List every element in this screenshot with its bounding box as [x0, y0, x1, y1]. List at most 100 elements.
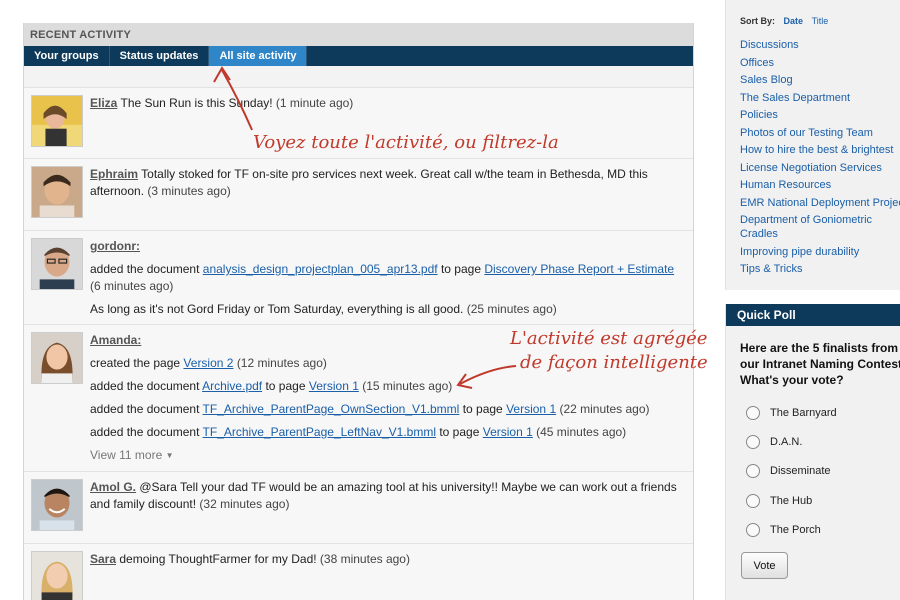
user-link[interactable]: Amanda: — [90, 333, 141, 347]
avatar[interactable] — [31, 332, 83, 384]
action-text: added the document — [90, 379, 200, 393]
poll-option[interactable]: The Porch — [746, 515, 900, 544]
timestamp: (1 minute ago) — [275, 96, 354, 110]
page-link[interactable]: Version 1 — [309, 379, 359, 393]
vote-button[interactable]: Vote — [741, 552, 788, 580]
sort-option-date[interactable]: Date — [784, 16, 804, 26]
action-text: to page — [265, 379, 306, 393]
activity-tabs: Your groups Status updates All site acti… — [24, 46, 693, 66]
recent-activity-header: RECENT ACTIVITY — [24, 23, 693, 46]
poll-option-label: Disseminate — [770, 465, 831, 478]
sidebar-item-link[interactable]: Sales Blog — [740, 73, 900, 87]
sidebar-page-list: Sort By: Date Title Discussions Offices … — [725, 0, 900, 290]
action-text: added the document — [90, 262, 200, 276]
tab-status-updates[interactable]: Status updates — [110, 46, 210, 66]
sidebar-item-link[interactable]: Offices — [740, 56, 900, 70]
poll-question: Here are the 5 finalists from our Intran… — [726, 326, 900, 388]
user-link[interactable]: Eliza — [90, 96, 117, 110]
poll-option-label: The Porch — [770, 523, 821, 536]
status-text: As long as it's not Gord Friday or Tom S… — [90, 302, 464, 316]
user-link[interactable]: Ephraim — [90, 167, 138, 181]
poll-option[interactable]: D.A.N. — [746, 427, 900, 456]
poll-option-label: The Hub — [770, 494, 813, 507]
poll-question-line: What's your vote? — [740, 373, 844, 387]
radio-button[interactable] — [746, 522, 760, 537]
sort-by: Sort By: Date Title — [740, 16, 900, 26]
user-link[interactable]: Sara — [90, 552, 116, 566]
radio-button[interactable] — [746, 464, 760, 479]
sidebar-item-link[interactable]: Department of Goniometric Cradles — [740, 213, 900, 241]
poll-option[interactable]: The Hub — [746, 486, 900, 515]
timestamp: (12 minutes ago) — [236, 356, 327, 370]
sidebar-item-link[interactable]: Improving pipe durability — [740, 245, 900, 259]
action-text: to page — [439, 425, 480, 439]
sort-option-title[interactable]: Title — [812, 16, 829, 26]
sidebar-item-link[interactable]: Human Resources — [740, 178, 900, 192]
activity-item: Ephraim Totally stoked for TF on-site pr… — [24, 159, 693, 231]
user-link[interactable]: Amol G. — [90, 480, 136, 494]
user-link[interactable]: gordonr: — [90, 239, 140, 253]
action-text: created the page — [90, 356, 181, 370]
activity-item: Amanda: created the page Version 2 (12 m… — [24, 325, 693, 472]
sidebar-item-link[interactable]: How to hire the best & brightest — [740, 143, 900, 157]
action-text: added the document — [90, 402, 200, 416]
timestamp: (32 minutes ago) — [199, 497, 290, 511]
status-text: The Sun Run is this Sunday! — [120, 96, 273, 110]
status-text: demoing ThoughtFarmer for my Dad! — [119, 552, 317, 566]
action-text: to page — [440, 262, 481, 276]
poll-option-label: D.A.N. — [770, 435, 803, 448]
tab-all-site-activity[interactable]: All site activity — [209, 46, 308, 66]
tab-your-groups[interactable]: Your groups — [24, 46, 110, 66]
document-link[interactable]: analysis_design_projectplan_005_apr13.pd… — [203, 262, 438, 276]
action-text: added the document — [90, 425, 200, 439]
avatar[interactable] — [31, 479, 83, 531]
timestamp: (3 minutes ago) — [147, 184, 231, 198]
quick-poll: Quick Poll Here are the 5 finalists from… — [725, 304, 900, 600]
poll-question-line: Here are the 5 finalists from — [740, 341, 899, 355]
avatar[interactable] — [31, 551, 83, 600]
sidebar-item-link[interactable]: EMR National Deployment Projec — [740, 196, 900, 210]
avatar[interactable] — [31, 238, 83, 290]
timestamp: (38 minutes ago) — [319, 552, 410, 566]
chevron-down-icon: ▼ — [165, 451, 174, 460]
avatar[interactable] — [31, 95, 83, 147]
document-link[interactable]: Archive.pdf — [202, 379, 262, 393]
sidebar-item-link[interactable]: The Sales Department — [740, 91, 900, 105]
poll-option[interactable]: The Barnyard — [746, 398, 900, 427]
radio-button[interactable] — [746, 434, 760, 449]
activity-item: Amol G. @Sara Tell your dad TF would be … — [24, 472, 693, 544]
action-text: to page — [462, 402, 503, 416]
quick-poll-title: Quick Poll — [726, 304, 900, 326]
sidebar-item-link[interactable]: Photos of our Testing Team — [740, 126, 900, 140]
sidebar-item-link[interactable]: Policies — [740, 108, 900, 122]
document-link[interactable]: TF_Archive_ParentPage_OwnSection_V1.bmml — [203, 402, 460, 416]
radio-button[interactable] — [746, 405, 760, 420]
timestamp: (45 minutes ago) — [536, 425, 627, 439]
timestamp: (25 minutes ago) — [466, 302, 557, 316]
timestamp: (6 minutes ago) — [90, 279, 174, 293]
poll-option[interactable]: Disseminate — [746, 457, 900, 486]
view-more-link[interactable]: View 11 more ▼ — [90, 447, 683, 465]
activity-item: Sara demoing ThoughtFarmer for my Dad! (… — [24, 544, 693, 600]
timestamp: (22 minutes ago) — [559, 402, 650, 416]
page-link[interactable]: Version 2 — [183, 356, 233, 370]
recent-activity-panel: RECENT ACTIVITY Your groups Status updat… — [23, 23, 694, 600]
sidebar-item-link[interactable]: License Negotiation Services — [740, 161, 900, 175]
activity-item: gordonr: added the document analysis_des… — [24, 231, 693, 325]
tabs-spacer — [24, 66, 693, 88]
sidebar-item-link[interactable]: Discussions — [740, 38, 900, 52]
poll-option-label: The Barnyard — [770, 406, 837, 419]
document-link[interactable]: TF_Archive_ParentPage_LeftNav_V1.bmml — [203, 425, 436, 439]
page-link[interactable]: Version 1 — [483, 425, 533, 439]
status-text: @Sara Tell your dad TF would be an amazi… — [90, 480, 677, 511]
timestamp: (15 minutes ago) — [362, 379, 453, 393]
sidebar-item-link[interactable]: Tips & Tricks — [740, 262, 900, 276]
page-link[interactable]: Discovery Phase Report + Estimate — [484, 262, 674, 276]
sort-by-label: Sort By: — [740, 16, 776, 26]
avatar[interactable] — [31, 166, 83, 218]
view-more-label: View 11 more — [90, 448, 163, 462]
poll-question-line: our Intranet Naming Contest — [740, 357, 900, 371]
radio-button[interactable] — [746, 493, 760, 508]
page-link[interactable]: Version 1 — [506, 402, 556, 416]
sidebar-list: Discussions Offices Sales Blog The Sales… — [740, 38, 900, 276]
